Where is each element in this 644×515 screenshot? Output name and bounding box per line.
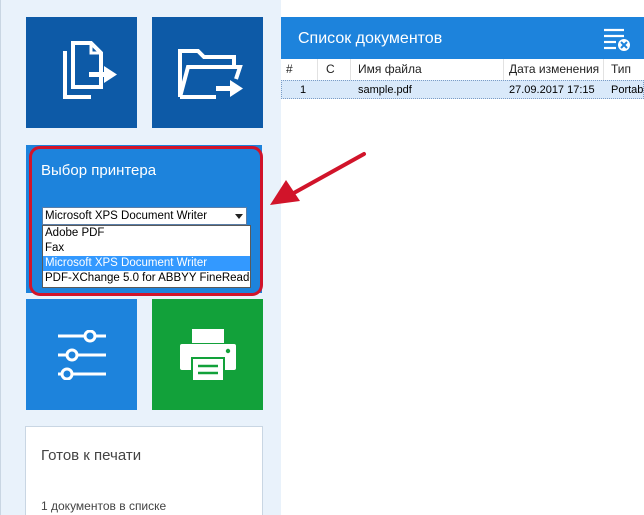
status-panel: Готов к печати 1 документов в списке	[25, 426, 263, 515]
column-header-status[interactable]: С	[326, 59, 348, 80]
status-title: Готов к печати	[41, 447, 142, 464]
documents-title: Список документов	[298, 30, 443, 47]
print-tile[interactable]	[152, 299, 263, 410]
list-menu-icon[interactable]	[602, 26, 632, 52]
column-header-number[interactable]: #	[286, 59, 316, 80]
row-number: 1	[300, 84, 307, 96]
settings-tile[interactable]	[26, 299, 137, 410]
column-divider[interactable]	[503, 59, 504, 80]
export-folder-tile[interactable]	[152, 17, 263, 128]
column-header-modified[interactable]: Дата изменения	[509, 59, 601, 80]
export-files-tile[interactable]	[26, 17, 137, 128]
printer-icon	[180, 329, 236, 382]
export-files-icon	[63, 41, 117, 99]
column-divider[interactable]	[350, 59, 351, 80]
column-divider[interactable]	[603, 59, 604, 80]
row-modified: 27.09.2017 17:15	[509, 84, 595, 96]
sliders-icon	[58, 330, 106, 380]
annotation-arrow-icon	[270, 152, 366, 205]
export-folder-icon	[178, 49, 243, 99]
annotation-highlight	[29, 146, 263, 296]
row-type: Portable	[611, 84, 644, 96]
row-filename: sample.pdf	[358, 84, 412, 96]
document-count: 1 документов в списке	[41, 499, 167, 513]
column-header-filename[interactable]: Имя файла	[358, 59, 500, 80]
documents-header: Список документов	[281, 17, 644, 59]
column-header-type[interactable]: Тип	[611, 59, 644, 80]
column-divider[interactable]	[317, 59, 318, 80]
